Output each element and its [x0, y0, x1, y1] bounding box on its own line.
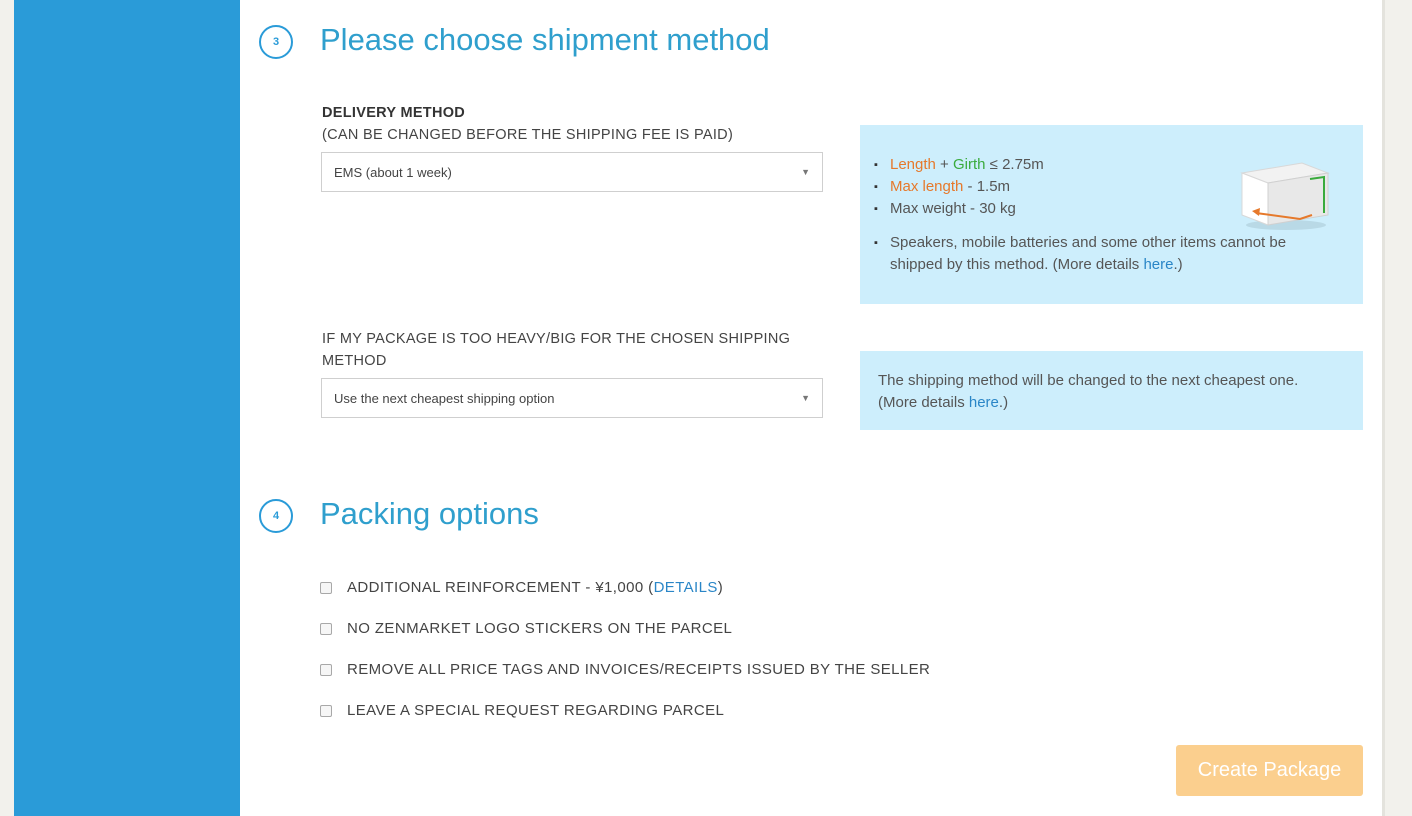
- restriction-item: Speakers, mobile batteries and some othe…: [868, 232, 1328, 276]
- option-reinforcement[interactable]: ADDITIONAL REINFORCEMENT - ¥1,000 (DETAI…: [320, 579, 723, 596]
- delivery-method-heading: DELIVERY METHOD: [322, 105, 466, 121]
- overweight-option-value: Use the next cheapest shipping option: [334, 390, 555, 406]
- delivery-method-select[interactable]: EMS (about 1 week) ▼: [321, 152, 823, 192]
- overweight-option-select[interactable]: Use the next cheapest shipping option ▼: [321, 378, 823, 418]
- plus-text: +: [935, 156, 953, 173]
- reinforcement-label-end: ): [717, 579, 724, 596]
- panel-edge: [1382, 0, 1385, 816]
- overweight-label: IF MY PACKAGE IS TOO HEAVY/BIG FOR THE C…: [322, 331, 791, 369]
- delivery-method-value: EMS (about 1 week): [334, 164, 452, 180]
- package-box-icon: [1240, 162, 1330, 230]
- no-logo-stickers-checkbox[interactable]: [320, 622, 332, 635]
- length-text: Length: [890, 156, 936, 173]
- restriction-end: .): [1173, 256, 1183, 273]
- step-3-badge: 3: [259, 25, 293, 59]
- remove-price-tags-label: REMOVE ALL PRICE TAGS AND INVOICES/RECEI…: [347, 661, 931, 678]
- girth-text: Girth: [953, 156, 986, 173]
- create-package-button[interactable]: Create Package: [1176, 745, 1363, 796]
- max-length-value: - 1.5m: [963, 178, 1011, 195]
- overweight-info: The shipping method will be changed to t…: [860, 351, 1363, 430]
- step-4-title: Packing options: [320, 496, 539, 531]
- reinforcement-checkbox[interactable]: [320, 581, 332, 594]
- special-request-checkbox[interactable]: [320, 704, 332, 717]
- overweight-details-link[interactable]: here: [969, 394, 999, 411]
- shipping-limits-info: Length + Girth ≤ 2.75m Max length - 1.5m…: [860, 125, 1363, 304]
- step-3-title: Please choose shipment method: [320, 22, 770, 57]
- overweight-info-body: The shipping method will be changed to t…: [878, 372, 1299, 411]
- reinforcement-label: ADDITIONAL REINFORCEMENT - ¥1,000 (: [347, 579, 654, 596]
- option-no-logo-stickers[interactable]: NO ZENMARKET LOGO STICKERS ON THE PARCEL: [320, 620, 732, 637]
- max-length-label: Max length: [890, 178, 964, 195]
- overweight-info-text: The shipping method will be changed to t…: [878, 370, 1338, 414]
- chevron-down-icon: ▼: [801, 167, 810, 177]
- delivery-method-label: DELIVERY METHOD (CAN BE CHANGED BEFORE T…: [322, 102, 842, 146]
- length-girth-value: ≤ 2.75m: [985, 156, 1044, 173]
- chevron-down-icon: ▼: [801, 393, 810, 403]
- step-4-badge: 4: [259, 499, 293, 533]
- restriction-details-link[interactable]: here: [1143, 256, 1173, 273]
- restriction-text: Speakers, mobile batteries and some othe…: [890, 234, 1287, 273]
- remove-price-tags-checkbox[interactable]: [320, 663, 332, 676]
- option-remove-price-tags[interactable]: REMOVE ALL PRICE TAGS AND INVOICES/RECEI…: [320, 661, 930, 678]
- left-sidebar: [14, 0, 240, 816]
- reinforcement-details-link[interactable]: DETAILS: [654, 579, 718, 596]
- delivery-method-subheading: (CAN BE CHANGED BEFORE THE SHIPPING FEE …: [322, 127, 734, 143]
- no-logo-stickers-label: NO ZENMARKET LOGO STICKERS ON THE PARCEL: [347, 620, 733, 637]
- option-special-request[interactable]: LEAVE A SPECIAL REQUEST REGARDING PARCEL: [320, 702, 724, 719]
- overweight-info-end: .): [998, 394, 1009, 411]
- special-request-label: LEAVE A SPECIAL REQUEST REGARDING PARCEL: [347, 702, 725, 719]
